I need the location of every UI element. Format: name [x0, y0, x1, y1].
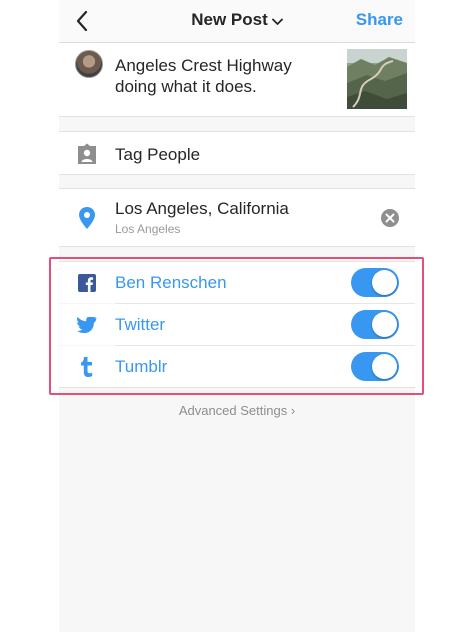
location-row[interactable]: Los Angeles, California Los Angeles: [59, 189, 415, 246]
toggle-knob: [372, 270, 397, 295]
advanced-settings-link[interactable]: Advanced Settings ›: [59, 403, 415, 418]
caption-section: Angeles Crest Highway doing what it does…: [59, 43, 415, 116]
chevron-down-icon: [271, 18, 283, 25]
page-title: New Post: [191, 10, 268, 29]
post-thumbnail: [347, 49, 407, 109]
location-pin-icon: [79, 207, 95, 229]
avatar: [75, 50, 103, 78]
toggle-knob: [372, 354, 397, 379]
divider: [59, 387, 415, 388]
divider: [59, 246, 415, 247]
share-target-label: Ben Renschen: [115, 273, 227, 292]
tumblr-toggle[interactable]: [351, 352, 399, 381]
share-tumblr-row: Tumblr: [59, 346, 415, 387]
caption-text[interactable]: Angeles Crest Highway doing what it does…: [115, 55, 325, 97]
share-target-label: Tumblr: [115, 357, 168, 376]
share-facebook-row: Ben Renschen: [59, 262, 415, 303]
close-circle-icon: [381, 209, 399, 227]
facebook-toggle[interactable]: [351, 268, 399, 297]
tag-people-row[interactable]: Tag People: [59, 132, 415, 174]
toggle-knob: [372, 312, 397, 337]
twitter-icon: [77, 317, 97, 333]
tumblr-icon: [81, 357, 93, 377]
divider: [59, 174, 415, 175]
location-subtitle: Los Angeles: [115, 222, 181, 236]
navigation-bar: New Post Share: [59, 0, 415, 43]
new-post-screen: New Post Share Angeles Crest Highway doi…: [59, 0, 415, 632]
facebook-icon: [78, 274, 96, 292]
twitter-toggle[interactable]: [351, 310, 399, 339]
tag-person-icon: [78, 143, 96, 164]
divider: [59, 116, 415, 117]
share-twitter-row: Twitter: [59, 304, 415, 345]
clear-location-button[interactable]: [381, 209, 399, 227]
share-button[interactable]: Share: [356, 10, 403, 30]
share-target-label: Twitter: [115, 315, 166, 334]
tag-people-label: Tag People: [115, 145, 201, 164]
location-name: Los Angeles, California: [115, 199, 289, 218]
